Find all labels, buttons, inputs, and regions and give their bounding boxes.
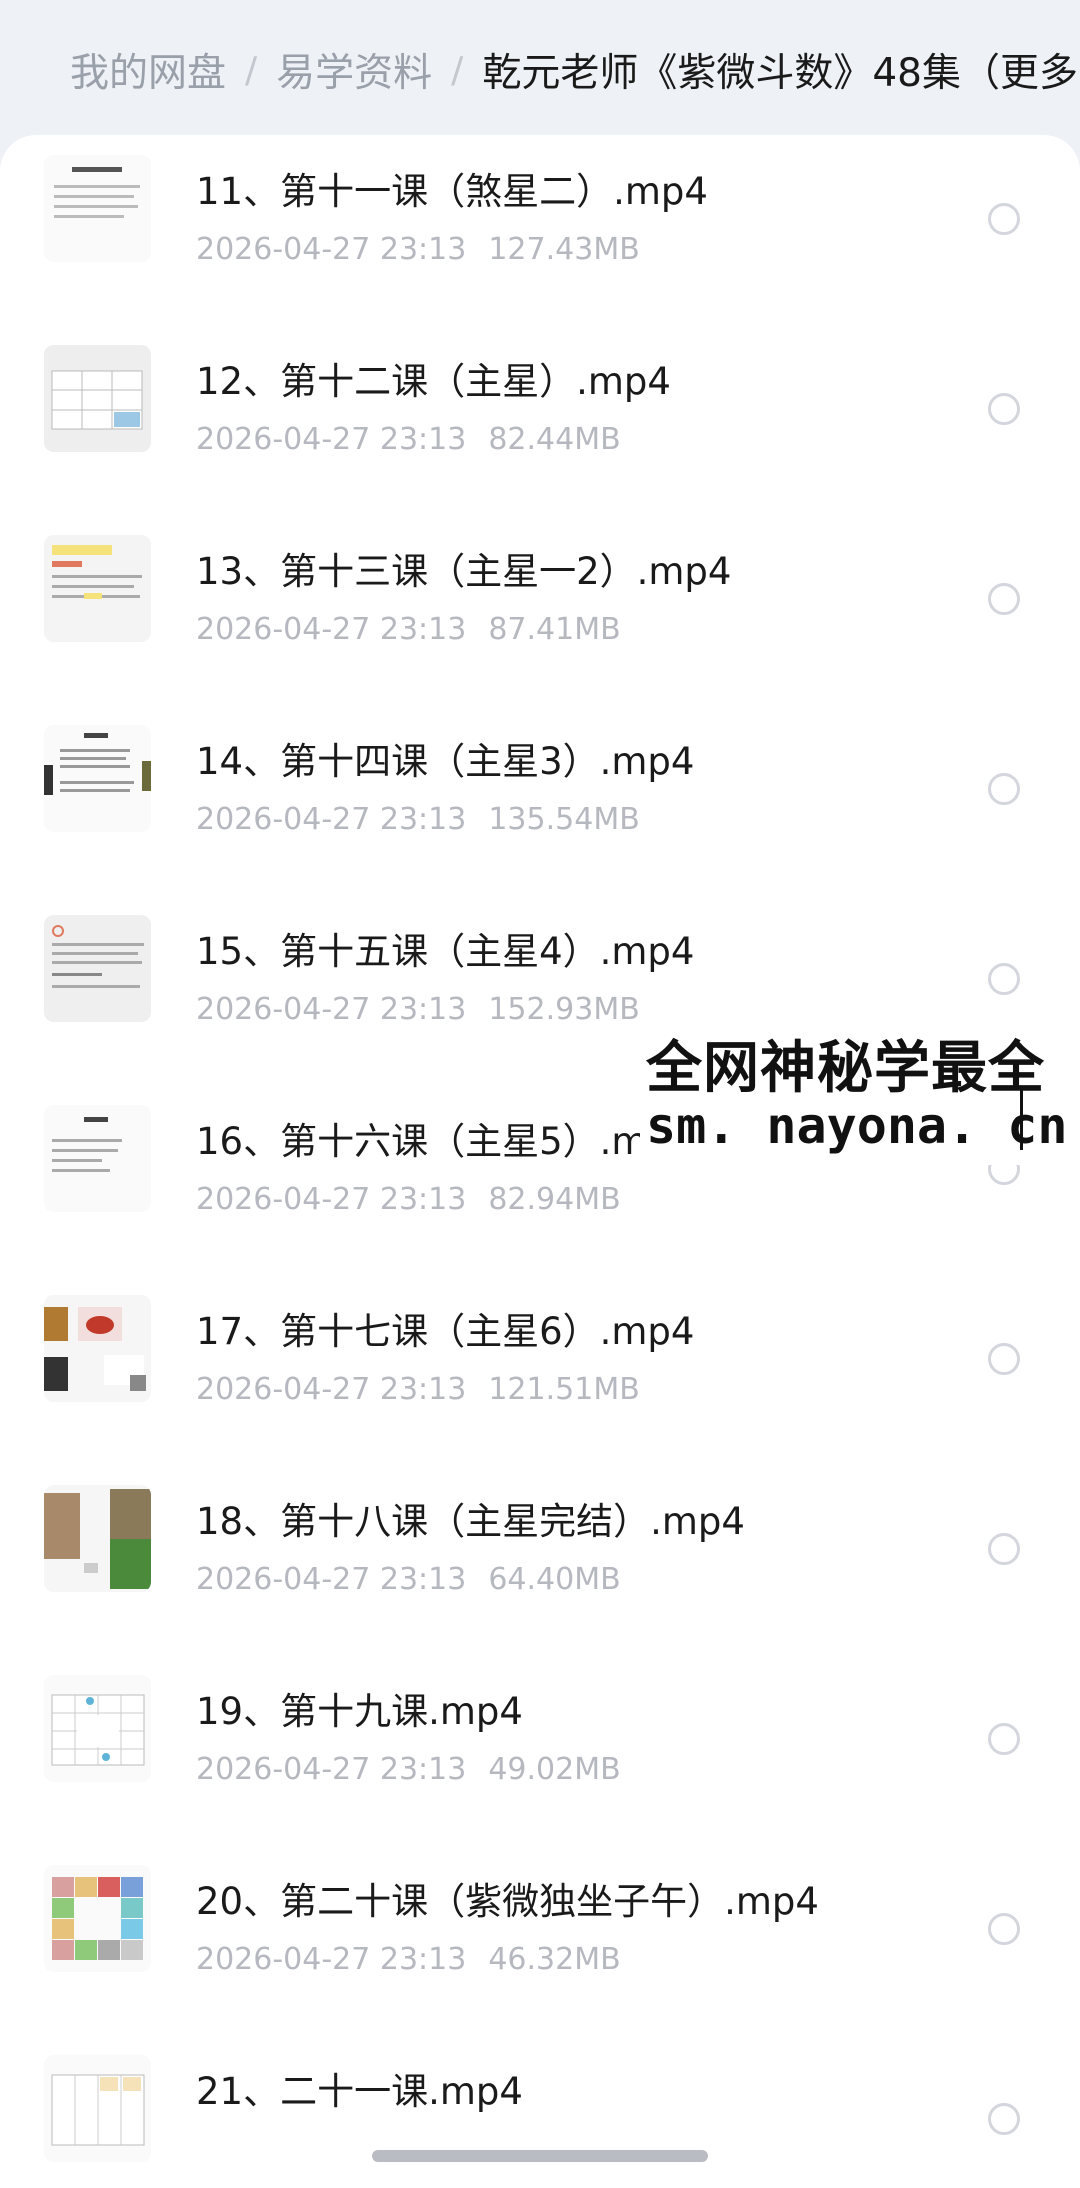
breadcrumb-separator: / (245, 49, 258, 91)
file-meta: 2026-04-27 23:13 127.43MB (196, 232, 640, 267)
chart-grid-thumbnail-icon (44, 2055, 151, 2162)
file-meta: 2026-04-27 23:13 82.94MB (196, 1182, 621, 1217)
file-size: 82.44MB (488, 422, 621, 457)
watermark-url: sm. nayona. cn (646, 1097, 1068, 1155)
file-size: 64.40MB (488, 1562, 621, 1597)
file-date: 2026-04-27 23:13 (196, 1942, 467, 1977)
file-meta (196, 2132, 218, 2167)
file-size: 152.93MB (488, 992, 640, 1027)
select-radio[interactable] (988, 1913, 1020, 1945)
file-meta: 2026-04-27 23:13 64.40MB (196, 1562, 621, 1597)
select-radio[interactable] (988, 203, 1020, 235)
slide-thumbnail-icon (44, 535, 151, 642)
breadcrumb-separator: / (451, 49, 464, 91)
color-grid-thumbnail-icon (44, 1865, 151, 1972)
file-meta: 2026-04-27 23:13 121.51MB (196, 1372, 640, 1407)
file-date: 2026-04-27 23:13 (196, 992, 467, 1027)
document-thumbnail-icon (44, 1105, 151, 1212)
breadcrumb-current-folder: 乾元老师《紫微斗数》48集（更多资 (482, 51, 1080, 96)
document-thumbnail-icon (44, 915, 151, 1022)
file-row[interactable]: 17、第十七课（主星6）.mp4 2026-04-27 23:13 121.51M… (0, 1275, 1080, 1465)
file-row[interactable]: 14、第十四课（主星3）.mp4 2026-04-27 23:13 135.54M… (0, 705, 1080, 895)
file-size: 135.54MB (488, 802, 640, 837)
file-name: 20、第二十课（紫微独坐子午）.mp4 (196, 1880, 819, 1923)
file-size: 87.41MB (488, 612, 621, 647)
file-date: 2026-04-27 23:13 (196, 1562, 467, 1597)
file-meta: 2026-04-27 23:13 46.32MB (196, 1942, 621, 1977)
file-name: 12、第十二课（主星）.mp4 (196, 360, 671, 403)
text-cursor (1020, 1090, 1023, 1150)
document-thumbnail-icon (44, 155, 151, 262)
home-indicator-bar[interactable] (372, 2150, 708, 2162)
file-name: 18、第十八课（主星完结）.mp4 (196, 1500, 745, 1543)
breadcrumb-item-my-drive[interactable]: 我的网盘 (70, 42, 226, 98)
file-meta: 2026-04-27 23:13 87.41MB (196, 612, 621, 647)
file-date: 2026-04-27 23:13 (196, 1752, 467, 1787)
watermark-overlay: 全网神秘学最全 sm. nayona. cn (640, 1015, 1080, 1165)
file-name: 19、第十九课.mp4 (196, 1690, 523, 1733)
file-row[interactable]: 12、第十二课（主星）.mp4 2026-04-27 23:13 82.44MB (0, 325, 1080, 515)
select-radio[interactable] (988, 1723, 1020, 1755)
breadcrumb: 我的网盘 / 易学资料 / 乾元老师《紫微斗数》48集（更多资 (0, 0, 1080, 140)
select-radio[interactable] (988, 1533, 1020, 1565)
file-date: 2026-04-27 23:13 (196, 1182, 467, 1217)
file-meta: 2026-04-27 23:13 152.93MB (196, 992, 640, 1027)
file-name: 14、第十四课（主星3）.mp4 (196, 740, 695, 783)
select-radio[interactable] (988, 393, 1020, 425)
chart-grid-thumbnail-icon (44, 345, 151, 452)
file-row[interactable]: 18、第十八课（主星完结）.mp4 2026-04-27 23:13 64.40M… (0, 1465, 1080, 1655)
select-radio[interactable] (988, 1343, 1020, 1375)
select-radio[interactable] (988, 773, 1020, 805)
file-date: 2026-04-27 23:13 (196, 802, 467, 837)
file-date: 2026-04-27 23:13 (196, 422, 467, 457)
file-name: 15、第十五课（主星4）.mp4 (196, 930, 695, 973)
file-date: 2026-04-27 23:13 (196, 612, 467, 647)
file-size: 127.43MB (488, 232, 640, 267)
watermark-title: 全网神秘学最全 (646, 1036, 1045, 1101)
file-size: 82.94MB (488, 1182, 621, 1217)
file-row[interactable]: 20、第二十课（紫微独坐子午）.mp4 2026-04-27 23:13 46.3… (0, 1845, 1080, 2035)
select-radio[interactable] (988, 963, 1020, 995)
file-meta: 2026-04-27 23:13 49.02MB (196, 1752, 621, 1787)
file-name: 16、第十六课（主星5）.mp4 (196, 1120, 695, 1163)
slide-thumbnail-icon (44, 725, 151, 832)
file-row[interactable]: 21、二十一课.mp4 (0, 2035, 1080, 2188)
chart-grid-thumbnail-icon (44, 1675, 151, 1782)
file-row[interactable]: 19、第十九课.mp4 2026-04-27 23:13 49.02MB (0, 1655, 1080, 1845)
file-row[interactable]: 13、第十三课（主星一2）.mp4 2026-04-27 23:13 87.41M… (0, 515, 1080, 705)
file-name: 17、第十七课（主星6）.mp4 (196, 1310, 695, 1353)
select-radio[interactable] (988, 583, 1020, 615)
file-name: 13、第十三课（主星一2）.mp4 (196, 550, 732, 593)
file-size: 121.51MB (488, 1372, 640, 1407)
file-date: 2026-04-27 23:13 (196, 232, 467, 267)
file-meta: 2026-04-27 23:13 82.44MB (196, 422, 621, 457)
file-row[interactable]: 11、第十一课（煞星二）.mp4 2026-04-27 23:13 127.43M… (0, 135, 1080, 325)
breadcrumb-item-yixue[interactable]: 易学资料 (276, 42, 432, 98)
file-date: 2026-04-27 23:13 (196, 1372, 467, 1407)
select-radio[interactable] (988, 2103, 1020, 2135)
file-size: 49.02MB (488, 1752, 621, 1787)
photo-collage-thumbnail-icon (44, 1485, 151, 1592)
photo-collage-thumbnail-icon (44, 1295, 151, 1402)
file-meta: 2026-04-27 23:13 135.54MB (196, 802, 640, 837)
file-name: 11、第十一课（煞星二）.mp4 (196, 170, 708, 213)
file-size: 46.32MB (488, 1942, 621, 1977)
file-name: 21、二十一课.mp4 (196, 2070, 523, 2113)
